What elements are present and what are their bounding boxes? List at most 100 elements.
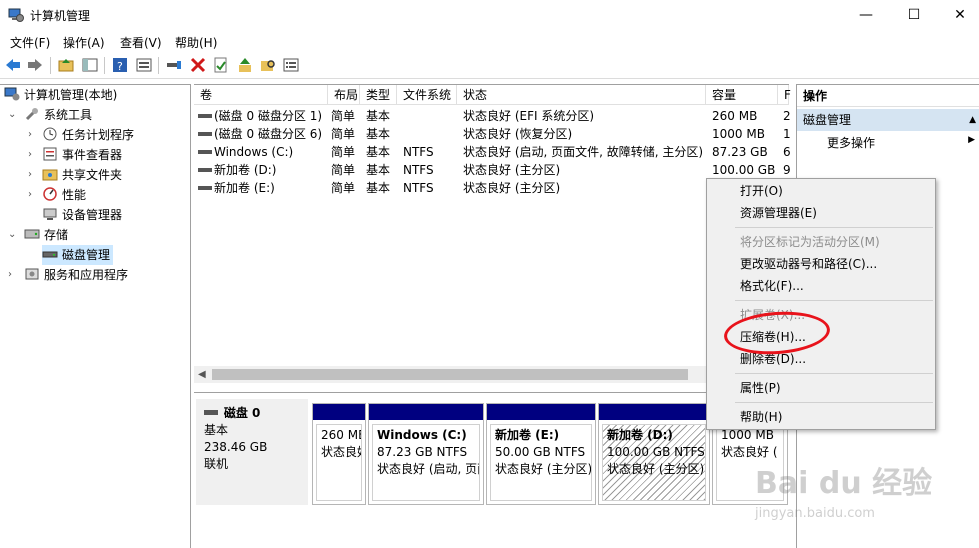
expand-chevron-icon[interactable]: › bbox=[8, 265, 12, 285]
list-view-icon[interactable] bbox=[282, 56, 300, 74]
check-document-icon[interactable] bbox=[212, 56, 230, 74]
column-header-capacity[interactable]: 容量 bbox=[706, 85, 778, 105]
svg-text:?: ? bbox=[117, 60, 123, 73]
table-row[interactable]: (磁盘 0 磁盘分区 1) 简单 基本 状态良好 (EFI 系统分区) 260 … bbox=[194, 107, 791, 125]
column-header-layout[interactable]: 布局 bbox=[328, 85, 360, 105]
column-header-filesystem[interactable]: 文件系统 bbox=[397, 85, 457, 105]
navigation-tree: 计算机管理(本地) ⌄ 系统工具 › 任务计划程序 › 事件查看器 › 共享文件… bbox=[0, 84, 191, 548]
title-bar: 计算机管理 — ☐ ✕ bbox=[0, 0, 979, 30]
column-header-free[interactable]: F bbox=[778, 85, 791, 105]
table-row[interactable]: 新加卷 (D:) 简单 基本 NTFS 状态良好 (主分区) 100.00 GB… bbox=[194, 161, 791, 179]
tree-item-storage[interactable]: 存储 bbox=[24, 225, 68, 245]
partition-e[interactable]: 新加卷 (E:) 50.00 GB NTFS 状态良好 (主分区) bbox=[486, 403, 596, 505]
menu-item-change-drive-letter[interactable]: 更改驱动器号和路径(C)... bbox=[740, 254, 877, 274]
computer-management-icon bbox=[4, 87, 20, 101]
partition-c[interactable]: Windows (C:) 87.23 GB NTFS 状态良好 (启动, 页面 bbox=[368, 403, 484, 505]
delete-x-icon[interactable] bbox=[189, 56, 207, 74]
menu-separator bbox=[735, 227, 933, 228]
partition-d[interactable]: 新加卷 (D:) 100.00 GB NTFS 状态良好 (主分区) bbox=[598, 403, 710, 505]
scroll-left-icon[interactable]: ◀ bbox=[198, 366, 206, 383]
device-manager-icon bbox=[43, 208, 57, 220]
tree-item-system-tools[interactable]: 系统工具 bbox=[24, 105, 92, 125]
disk-map: 磁盘 0 基本 238.46 GB 联机 260 MB 状态良好 Windows… bbox=[194, 392, 789, 548]
event-log-icon bbox=[43, 147, 57, 161]
collapse-caret-icon[interactable]: ▲ bbox=[969, 109, 976, 131]
minimize-button[interactable]: — bbox=[843, 0, 889, 30]
back-arrow-icon[interactable] bbox=[4, 56, 22, 74]
menu-item-mark-active: 将分区标记为活动分区(M) bbox=[740, 235, 880, 249]
menu-item-explorer[interactable]: 资源管理器(E) bbox=[740, 203, 817, 223]
menu-item-properties[interactable]: 属性(P) bbox=[740, 378, 781, 398]
menu-action[interactable]: 操作(A) bbox=[63, 34, 105, 51]
volume-icon bbox=[198, 132, 212, 136]
column-header-status[interactable]: 状态 bbox=[457, 85, 706, 105]
watermark-url: jingyan.baidu.com bbox=[755, 506, 875, 521]
actions-section-disk-management[interactable]: 磁盘管理 ▲ bbox=[797, 109, 979, 131]
actions-header: 操作 bbox=[797, 85, 979, 107]
table-row[interactable]: Windows (C:) 简单 基本 NTFS 状态良好 (启动, 页面文件, … bbox=[194, 143, 791, 161]
column-header-type[interactable]: 类型 bbox=[360, 85, 397, 105]
properties-view-icon[interactable] bbox=[135, 56, 153, 74]
table-row[interactable]: (磁盘 0 磁盘分区 6) 简单 基本 状态良好 (恢复分区) 1000 MB … bbox=[194, 125, 791, 143]
tree-item-performance[interactable]: 性能 bbox=[42, 185, 86, 205]
volume-icon bbox=[198, 168, 212, 172]
tree-item-disk-management[interactable]: 磁盘管理 bbox=[42, 245, 114, 265]
expand-chevron-icon[interactable]: › bbox=[28, 125, 32, 145]
collapse-chevron-icon[interactable]: ⌄ bbox=[8, 105, 16, 125]
computer-management-icon bbox=[8, 8, 24, 22]
disk-drive-icon bbox=[204, 410, 218, 415]
horizontal-scrollbar[interactable]: ◀ bbox=[194, 366, 789, 383]
menu-item-format[interactable]: 格式化(F)... bbox=[740, 276, 804, 296]
tree-item-computer-management[interactable]: 计算机管理(本地) bbox=[4, 85, 117, 105]
watermark-logo: Bai du 经验 bbox=[755, 466, 933, 501]
volume-list: 卷 布局 类型 文件系统 状态 容量 F (磁盘 0 磁盘分区 1) 简单 基本… bbox=[194, 84, 791, 384]
more-actions-link[interactable]: 更多操作 bbox=[827, 133, 875, 153]
services-icon bbox=[25, 268, 39, 280]
disk-drive-icon bbox=[42, 251, 58, 258]
performance-icon bbox=[43, 187, 57, 201]
disk-0-label[interactable]: 磁盘 0 基本 238.46 GB 联机 bbox=[196, 399, 308, 505]
volume-icon bbox=[198, 150, 212, 154]
upload-icon[interactable] bbox=[236, 56, 254, 74]
menu-view[interactable]: 查看(V) bbox=[120, 34, 162, 51]
menu-item-open[interactable]: 打开(O) bbox=[740, 181, 783, 201]
close-button[interactable]: ✕ bbox=[937, 0, 979, 30]
menu-item-help[interactable]: 帮助(H) bbox=[740, 407, 782, 427]
show-hide-tree-icon[interactable] bbox=[81, 56, 99, 74]
clock-icon bbox=[43, 127, 57, 141]
context-menu: 打开(O) 资源管理器(E) 将分区标记为活动分区(M) 更改驱动器号和路径(C… bbox=[706, 178, 936, 430]
submenu-arrow-icon: ▶ bbox=[968, 135, 975, 145]
collapse-chevron-icon[interactable]: ⌄ bbox=[8, 225, 16, 245]
volume-icon bbox=[198, 186, 212, 190]
column-header-volume[interactable]: 卷 bbox=[194, 85, 328, 105]
tree-item-services-apps[interactable]: 服务和应用程序 bbox=[24, 265, 128, 285]
tree-item-event-viewer[interactable]: 事件查看器 bbox=[42, 145, 122, 165]
expand-chevron-icon[interactable]: › bbox=[28, 145, 32, 165]
scrollbar-thumb[interactable] bbox=[212, 369, 688, 380]
tree-item-task-scheduler[interactable]: 任务计划程序 bbox=[42, 125, 134, 145]
toolbar: ? bbox=[0, 53, 979, 79]
tree-item-shared-folders[interactable]: 共享文件夹 bbox=[42, 165, 122, 185]
search-folder-icon[interactable] bbox=[259, 56, 277, 74]
menu-file[interactable]: 文件(F) bbox=[10, 34, 50, 51]
menu-help[interactable]: 帮助(H) bbox=[175, 34, 217, 51]
menu-bar: 文件(F) 操作(A) 查看(V) 帮助(H) bbox=[0, 30, 979, 52]
partition-efi[interactable]: 260 MB 状态良好 bbox=[312, 403, 366, 505]
tree-item-device-manager[interactable]: 设备管理器 bbox=[42, 205, 122, 225]
help-icon[interactable]: ? bbox=[111, 56, 129, 74]
storage-icon bbox=[24, 229, 40, 239]
shared-folder-icon bbox=[42, 169, 58, 181]
baidu-watermark: Bai du 经验 jingyan.baidu.com bbox=[755, 458, 975, 548]
forward-arrow-icon[interactable] bbox=[26, 56, 44, 74]
up-folder-icon[interactable] bbox=[57, 56, 75, 74]
connect-icon[interactable] bbox=[165, 56, 183, 74]
expand-chevron-icon[interactable]: › bbox=[28, 185, 32, 205]
expand-chevron-icon[interactable]: › bbox=[28, 165, 32, 185]
menu-separator bbox=[735, 300, 933, 301]
volume-icon bbox=[198, 114, 212, 118]
maximize-button[interactable]: ☐ bbox=[891, 0, 937, 30]
table-row[interactable]: 新加卷 (E:) 简单 基本 NTFS 状态良好 (主分区) bbox=[194, 179, 789, 197]
menu-separator bbox=[735, 402, 933, 403]
tools-icon bbox=[25, 108, 38, 121]
window-title: 计算机管理 bbox=[30, 9, 91, 23]
